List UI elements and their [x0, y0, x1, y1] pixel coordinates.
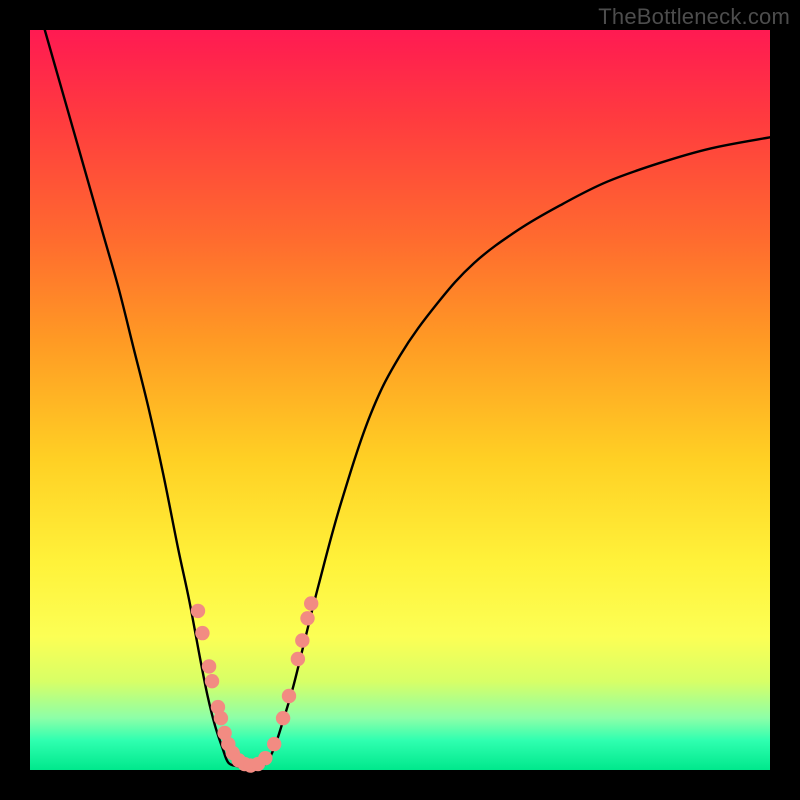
data-marker: [214, 711, 228, 725]
data-marker: [282, 689, 296, 703]
data-marker: [300, 611, 314, 625]
data-marker: [295, 633, 309, 647]
chart-plot-area: [30, 30, 770, 770]
chart-svg: [30, 30, 770, 770]
curve-layer: [45, 30, 770, 768]
data-marker: [304, 596, 318, 610]
watermark-text: TheBottleneck.com: [598, 4, 790, 30]
data-marker: [276, 711, 290, 725]
marker-layer: [191, 596, 319, 772]
data-marker: [191, 604, 205, 618]
bottleneck-curve: [45, 30, 770, 768]
data-marker: [258, 751, 272, 765]
data-marker: [267, 737, 281, 751]
data-marker: [291, 652, 305, 666]
chart-frame: TheBottleneck.com: [0, 0, 800, 800]
data-marker: [202, 659, 216, 673]
data-marker: [205, 674, 219, 688]
data-marker: [195, 626, 209, 640]
